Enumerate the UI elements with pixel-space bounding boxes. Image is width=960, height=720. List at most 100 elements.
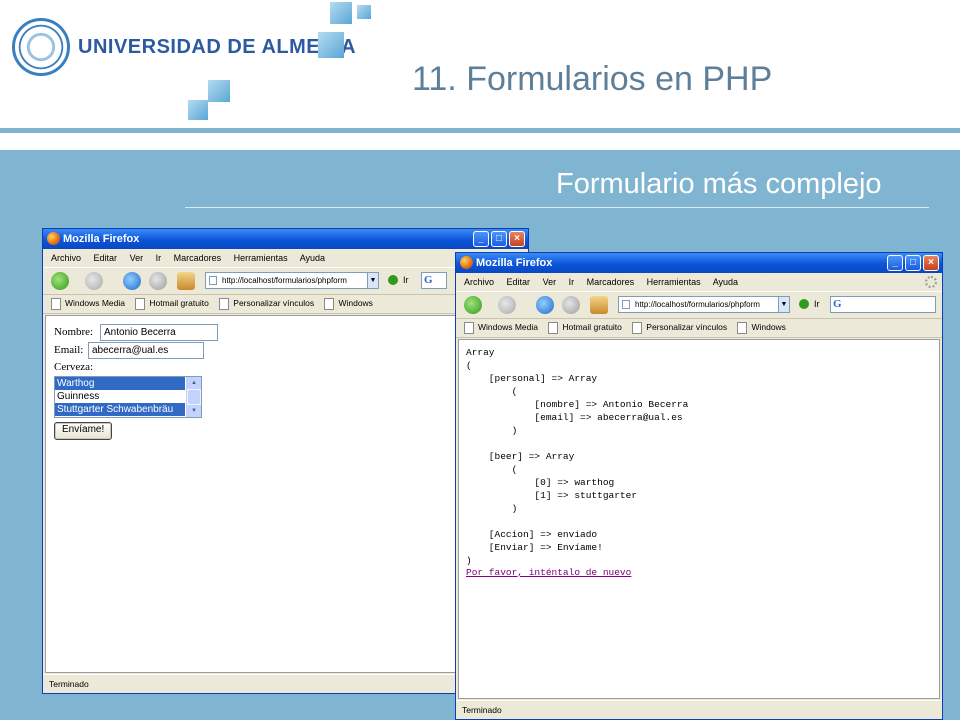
close-button[interactable]: × xyxy=(509,231,525,247)
firefox-icon xyxy=(47,232,60,245)
minimize-button[interactable]: _ xyxy=(887,255,903,271)
decor-square xyxy=(188,100,208,120)
bookmark-item[interactable]: Windows Media xyxy=(51,293,125,313)
menu-ayuda[interactable]: Ayuda xyxy=(713,277,738,287)
status-bar: Terminado xyxy=(456,700,942,719)
menu-ir[interactable]: Ir xyxy=(569,277,575,287)
bookmark-item[interactable]: Hotmail gratuito xyxy=(548,317,622,337)
window-title: Mozilla Firefox xyxy=(476,257,553,269)
page-icon xyxy=(51,297,61,310)
url-dropdown-button[interactable]: ▼ xyxy=(778,296,790,313)
menu-marcadores[interactable]: Marcadores xyxy=(174,253,222,263)
slide-subtitle: Formulario más complejo xyxy=(556,168,882,200)
url-text: http://localhost/formularios/phpform xyxy=(635,300,760,309)
bookmark-item[interactable]: Windows xyxy=(737,317,786,337)
go-button-label[interactable]: Ir xyxy=(403,275,409,285)
page-icon xyxy=(135,297,146,310)
menu-herramientas[interactable]: Herramientas xyxy=(234,253,288,263)
page-icon xyxy=(632,321,643,334)
decor-square xyxy=(318,32,344,58)
go-button-label[interactable]: Ir xyxy=(814,299,820,309)
page-viewport: Array ( [personal] => Array ( [nombre] =… xyxy=(458,339,940,699)
page-icon xyxy=(464,321,474,334)
reload-icon[interactable] xyxy=(536,296,554,314)
subtitle-divider xyxy=(185,207,929,208)
cerveza-listbox[interactable]: Warthog Guinness Stuttgarter Schwabenbrä… xyxy=(54,376,202,418)
url-dropdown-button[interactable]: ▼ xyxy=(367,272,379,289)
page-icon xyxy=(219,297,230,310)
back-arrow-icon[interactable] xyxy=(464,296,482,314)
title-bar[interactable]: Mozilla Firefox _ □ × xyxy=(43,229,528,249)
submit-button[interactable]: Envíame! xyxy=(54,422,113,440)
url-input[interactable]: http://localhost/formularios/phpform xyxy=(618,296,780,313)
forward-arrow-icon[interactable] xyxy=(498,296,516,314)
retry-link[interactable]: Por favor, inténtalo de nuevo xyxy=(466,567,631,578)
browser-window-output: Mozilla Firefox _ □ × Archivo Editar Ver… xyxy=(455,252,943,720)
google-search-box[interactable]: G xyxy=(830,296,936,313)
bookmark-item[interactable]: Hotmail gratuito xyxy=(135,293,209,313)
menu-ver[interactable]: Ver xyxy=(130,253,144,263)
email-label: Email: xyxy=(54,344,84,356)
home-icon[interactable] xyxy=(177,272,195,290)
listbox-scrollbar[interactable]: ▲ ▼ xyxy=(186,377,201,417)
slide-title: 11. Formularios en PHP xyxy=(412,60,773,98)
decor-square xyxy=(357,5,371,19)
stop-icon[interactable] xyxy=(149,272,167,290)
firefox-icon xyxy=(460,256,473,269)
scroll-down-icon[interactable]: ▼ xyxy=(187,405,201,417)
stop-icon[interactable] xyxy=(562,296,580,314)
google-search-box[interactable]: G xyxy=(421,272,447,289)
close-button[interactable]: × xyxy=(923,255,939,271)
maximize-button[interactable]: □ xyxy=(905,255,921,271)
title-bar[interactable]: Mozilla Firefox _ □ × xyxy=(456,253,942,273)
page-viewport: Nombre: Antonio Becerra Email: abecerra@… xyxy=(45,315,526,673)
decor-square xyxy=(208,80,230,102)
url-text: http://localhost/formularios/phpform xyxy=(222,276,347,285)
forward-arrow-icon[interactable] xyxy=(85,272,103,290)
scroll-up-icon[interactable]: ▲ xyxy=(187,377,201,389)
menu-bar: Archivo Editar Ver Ir Marcadores Herrami… xyxy=(456,273,942,291)
google-icon: G xyxy=(424,274,433,286)
university-seal-icon xyxy=(12,18,70,76)
url-input[interactable]: http://localhost/formularios/phpform xyxy=(205,272,369,289)
menu-editar[interactable]: Editar xyxy=(507,277,531,287)
bookmark-item[interactable]: Personalizar vínculos xyxy=(219,293,314,313)
navigation-toolbar: http://localhost/formularios/phpform ▼ I… xyxy=(456,291,942,319)
bookmark-item[interactable]: Personalizar vínculos xyxy=(632,317,727,337)
page-icon xyxy=(622,300,630,309)
menu-herramientas[interactable]: Herramientas xyxy=(647,277,701,287)
bookmark-item[interactable]: Windows xyxy=(324,293,373,313)
print-r-output: Array ( [personal] => Array ( [nombre] =… xyxy=(466,347,689,566)
minimize-button[interactable]: _ xyxy=(473,231,489,247)
menu-archivo[interactable]: Archivo xyxy=(51,253,81,263)
listbox-option[interactable]: Warthog xyxy=(55,377,185,390)
menu-ver[interactable]: Ver xyxy=(543,277,557,287)
nombre-input[interactable]: Antonio Becerra xyxy=(100,324,218,341)
scroll-thumb[interactable] xyxy=(188,390,200,404)
bookmarks-toolbar: Windows Media Hotmail gratuito Personali… xyxy=(456,317,942,338)
reload-icon[interactable] xyxy=(123,272,141,290)
menu-ayuda[interactable]: Ayuda xyxy=(300,253,325,263)
window-title: Mozilla Firefox xyxy=(63,233,140,245)
status-text: Terminado xyxy=(49,679,89,689)
back-arrow-icon[interactable] xyxy=(51,272,69,290)
go-icon[interactable] xyxy=(799,299,809,309)
menu-marcadores[interactable]: Marcadores xyxy=(587,277,635,287)
activity-throbber-icon xyxy=(925,276,937,288)
google-icon: G xyxy=(833,298,842,310)
page-icon xyxy=(209,276,217,285)
page-icon xyxy=(548,321,559,334)
bookmark-item[interactable]: Windows Media xyxy=(464,317,538,337)
menu-editar[interactable]: Editar xyxy=(94,253,118,263)
go-icon[interactable] xyxy=(388,275,398,285)
decor-square xyxy=(330,2,352,24)
listbox-option[interactable]: Stuttgarter Schwabenbräu xyxy=(55,403,185,416)
listbox-option[interactable]: Guinness xyxy=(55,390,185,403)
slide-header: UNIVERSIDAD DE ALMERIA 11. Formularios e… xyxy=(0,0,960,128)
maximize-button[interactable]: □ xyxy=(491,231,507,247)
menu-ir[interactable]: Ir xyxy=(156,253,162,263)
home-icon[interactable] xyxy=(590,296,608,314)
email-input[interactable]: abecerra@ual.es xyxy=(88,342,204,359)
status-text: Terminado xyxy=(462,705,502,715)
menu-archivo[interactable]: Archivo xyxy=(464,277,494,287)
